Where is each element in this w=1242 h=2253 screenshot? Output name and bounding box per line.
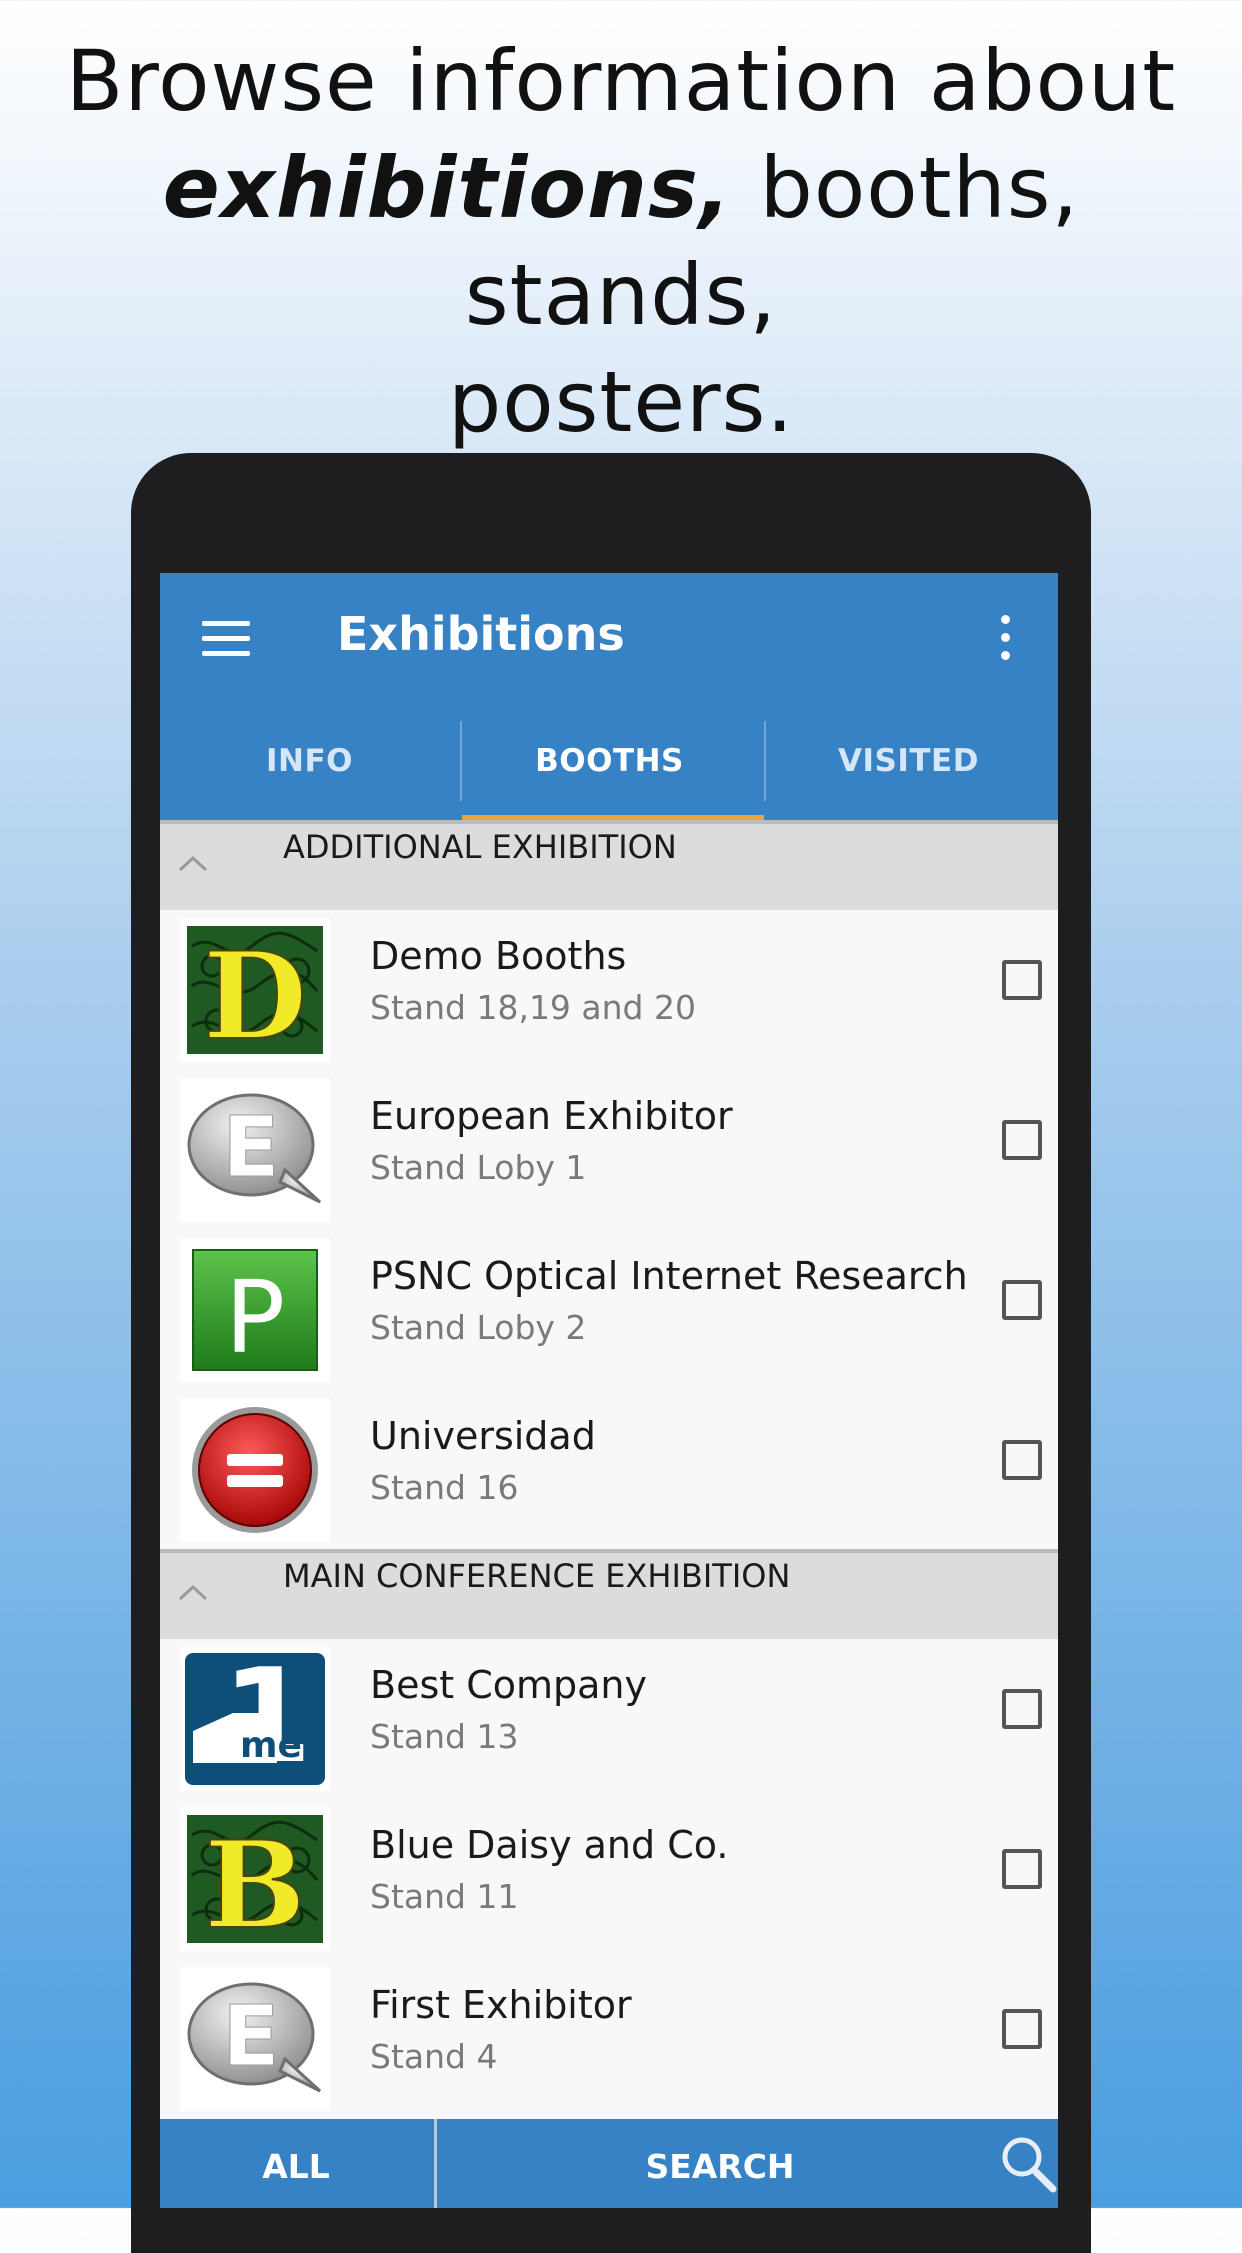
svg-text:E: E <box>222 1987 279 2085</box>
app-bar: Exhibitions INFO BOOTHS VISITED <box>160 573 1058 822</box>
tab-bar: INFO BOOTHS VISITED <box>160 721 1058 822</box>
visited-checkbox[interactable] <box>1002 1849 1042 1889</box>
booth-stand: Stand 18,19 and 20 <box>370 988 696 1027</box>
app-screen: Exhibitions INFO BOOTHS VISITED ADDITION… <box>160 573 1058 2208</box>
svg-text:D: D <box>203 926 307 1054</box>
headline-emphasis: exhibitions, <box>162 139 732 237</box>
booth-name: Best Company <box>370 1663 648 1707</box>
headline-line-2: exhibitions, booths, stands, <box>0 135 1242 349</box>
headline-line-1: Browse information about <box>65 32 1177 130</box>
booth-name: PSNC Optical Internet Research <box>370 1254 968 1298</box>
booth-stand: Stand 13 <box>370 1717 519 1756</box>
visited-checkbox[interactable] <box>1002 2009 1042 2049</box>
tab-booths[interactable]: BOOTHS <box>460 721 759 822</box>
tab-divider <box>764 721 766 801</box>
booth-name: Blue Daisy and Co. <box>370 1823 729 1867</box>
visited-checkbox[interactable] <box>1002 1120 1042 1160</box>
4me-logo: 1 me <box>180 1647 330 1791</box>
tab-divider <box>460 721 462 801</box>
section-label: MAIN CONFERENCE EXHIBITION <box>283 1557 791 1595</box>
tab-info[interactable]: INFO <box>160 721 459 822</box>
visited-checkbox[interactable] <box>1002 1440 1042 1480</box>
booth-stand: Stand Loby 1 <box>370 1148 587 1187</box>
more-vertical-icon[interactable] <box>998 615 1012 663</box>
speech-bubble-E-logo: E <box>180 1078 330 1222</box>
booth-stand: Stand 4 <box>370 2037 498 2076</box>
section-header-additional[interactable]: ADDITIONAL EXHIBITION <box>160 820 1058 910</box>
tab-visited[interactable]: VISITED <box>759 721 1058 822</box>
list-item[interactable]: 1 me Best Company Stand 13 <box>160 1639 1058 1800</box>
booth-name: First Exhibitor <box>370 1983 632 2027</box>
list-item[interactable]: E First Exhibitor Stand 4 <box>160 1959 1058 2120</box>
booth-name: Universidad <box>370 1414 596 1458</box>
booth-name: European Exhibitor <box>370 1094 733 1138</box>
section-label: ADDITIONAL EXHIBITION <box>283 828 677 866</box>
svg-text:B: B <box>204 1815 305 1943</box>
ornate-letter-B-logo: B <box>180 1807 330 1951</box>
speech-bubble-E-logo: E <box>180 1967 330 2111</box>
list-item[interactable]: D Demo Booths Stand 18,19 and 20 <box>160 910 1058 1071</box>
green-P-logo: P <box>180 1238 330 1382</box>
all-button[interactable]: ALL <box>160 2119 432 2208</box>
visited-checkbox[interactable] <box>1002 1280 1042 1320</box>
visited-checkbox[interactable] <box>1002 960 1042 1000</box>
hamburger-menu-icon[interactable] <box>202 621 252 657</box>
red-circle-equals-logo <box>180 1398 330 1542</box>
app-title: Exhibitions <box>337 607 625 661</box>
svg-text:me: me <box>240 1725 302 1766</box>
magnifier-icon[interactable] <box>998 2133 1058 2193</box>
bottom-bar: ALL SEARCH <box>160 2119 1058 2208</box>
list-item[interactable]: Universidad Stand 16 <box>160 1390 1058 1551</box>
chevron-up-icon <box>178 1584 208 1601</box>
visited-checkbox[interactable] <box>1002 1689 1042 1729</box>
booth-name: Demo Booths <box>370 934 627 978</box>
promo-headline: Browse information about exhibitions, bo… <box>0 28 1242 456</box>
bottom-bar-divider <box>434 2119 437 2208</box>
booth-stand: Stand 16 <box>370 1468 519 1507</box>
list-item[interactable]: E European Exhibitor Stand Loby 1 <box>160 1070 1058 1231</box>
ornate-letter-D-logo: D <box>180 918 330 1062</box>
booth-stand: Stand 11 <box>370 1877 519 1916</box>
svg-text:P: P <box>225 1259 285 1372</box>
headline-line-3: posters. <box>447 353 795 451</box>
search-button[interactable]: SEARCH <box>440 2119 1000 2208</box>
svg-text:E: E <box>222 1098 279 1196</box>
list-item[interactable]: B Blue Daisy and Co. Stand 11 <box>160 1799 1058 1960</box>
section-header-main[interactable]: MAIN CONFERENCE EXHIBITION <box>160 1549 1058 1639</box>
list-item[interactable]: P PSNC Optical Internet Research Stand L… <box>160 1230 1058 1391</box>
chevron-up-icon <box>178 855 208 872</box>
booth-stand: Stand Loby 2 <box>370 1308 587 1347</box>
